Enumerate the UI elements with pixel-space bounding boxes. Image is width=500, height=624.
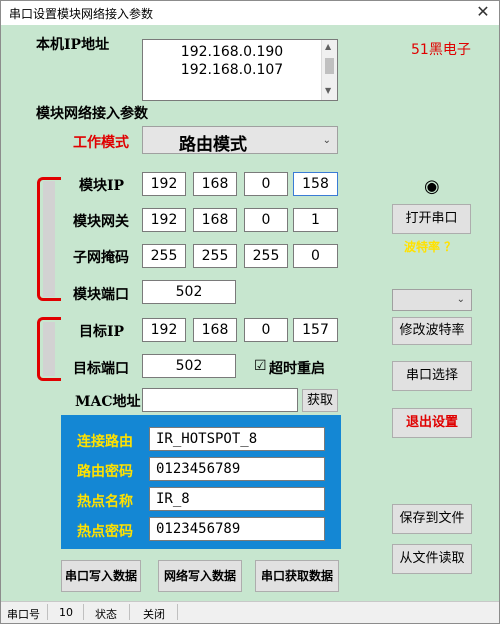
- local-ip-label: 本机IP地址: [36, 37, 110, 53]
- chevron-down-icon: ⌄: [322, 135, 331, 146]
- timeout-restart-label: 超时重启: [269, 361, 325, 377]
- target-ip-octet-3[interactable]: 0: [244, 318, 288, 342]
- get-mac-button[interactable]: 获取: [302, 389, 338, 412]
- router-password-field[interactable]: 0123456789: [149, 457, 325, 481]
- subnet-octet-2[interactable]: 255: [193, 244, 237, 268]
- work-mode-value: 路由模式: [179, 135, 247, 155]
- main-window: 串口设置模块网络接入参数 ✕ 本机IP地址 192.168.0.190 192.…: [0, 0, 500, 624]
- router-label: 连接路由: [77, 434, 133, 450]
- network-write-button[interactable]: 网络写入数据: [158, 560, 242, 592]
- module-section-title: 模块网络接入参数: [36, 106, 148, 122]
- target-port-field[interactable]: 502: [142, 354, 236, 378]
- subnet-octet-1[interactable]: 255: [142, 244, 186, 268]
- status-bar: 串口号 10 状态 关闭: [1, 601, 499, 623]
- baud-rate-label: 波特率 ？: [404, 240, 457, 254]
- gateway-octet-1[interactable]: 192: [142, 208, 186, 232]
- module-port-field[interactable]: 502: [142, 280, 236, 304]
- module-port-label: 模块端口: [73, 287, 129, 303]
- timeout-restart-checkbox[interactable]: ☑: [254, 358, 267, 374]
- target-ip-octet-2[interactable]: 168: [193, 318, 237, 342]
- load-from-file-button[interactable]: 从文件读取: [392, 544, 472, 574]
- exit-settings-button[interactable]: 退出设置: [392, 408, 472, 438]
- chevron-down-icon: ⌄: [456, 294, 465, 305]
- gateway-octet-3[interactable]: 0: [244, 208, 288, 232]
- module-ip-octet-1[interactable]: 192: [142, 172, 186, 196]
- local-ip-scrollbar[interactable]: ▲ ▼: [321, 40, 337, 100]
- work-mode-label: 工作模式: [73, 135, 129, 151]
- title-bar: 串口设置模块网络接入参数 ✕: [1, 1, 499, 25]
- red-bracket: [37, 317, 61, 381]
- subnet-label: 子网掩码: [73, 250, 129, 266]
- wifi-panel: 连接路由 IR_HOTSPOT_8 路由密码 0123456789 热点名称 I…: [61, 415, 341, 549]
- module-ip-octet-3[interactable]: 0: [244, 172, 288, 196]
- target-ip-octet-1[interactable]: 192: [142, 318, 186, 342]
- scroll-up-icon[interactable]: ▲: [325, 42, 331, 51]
- module-ip-octet-2[interactable]: 168: [193, 172, 237, 196]
- change-baud-button[interactable]: 修改波特率: [392, 317, 472, 345]
- close-icon[interactable]: ✕: [473, 2, 493, 22]
- mac-field[interactable]: [142, 388, 298, 412]
- scroll-thumb[interactable]: [325, 58, 334, 74]
- status-state-value: 关闭: [143, 608, 165, 621]
- router-field[interactable]: IR_HOTSPOT_8: [149, 427, 325, 451]
- subnet-octet-4[interactable]: 0: [293, 244, 338, 268]
- router-password-label: 路由密码: [77, 464, 133, 480]
- status-divider: [129, 604, 130, 620]
- baud-rate-select[interactable]: ⌄: [392, 289, 472, 311]
- module-ip-label: 模块IP: [79, 178, 125, 194]
- local-ip-item[interactable]: 192.168.0.190: [143, 44, 321, 60]
- target-port-label: 目标端口: [73, 361, 129, 377]
- local-ip-item[interactable]: 192.168.0.107: [143, 62, 321, 78]
- status-divider: [47, 604, 48, 620]
- target-ip-octet-4[interactable]: 157: [293, 318, 338, 342]
- save-to-file-button[interactable]: 保存到文件: [392, 504, 472, 534]
- gateway-label: 模块网关: [73, 214, 129, 230]
- mac-label: MAC地址: [75, 394, 141, 410]
- red-bracket: [37, 177, 61, 301]
- status-port-value: 10: [59, 606, 73, 619]
- port-select-button[interactable]: 串口选择: [392, 361, 472, 391]
- local-ip-list[interactable]: 192.168.0.190 192.168.0.107 ▲ ▼: [142, 39, 338, 101]
- hotspot-password-field[interactable]: 0123456789: [149, 517, 325, 541]
- gateway-octet-2[interactable]: 168: [193, 208, 237, 232]
- target-ip-label: 目标IP: [79, 324, 125, 340]
- brand-text: 51黑电子: [411, 42, 471, 58]
- hotspot-password-label: 热点密码: [77, 524, 133, 540]
- status-port-label: 串口号: [7, 608, 40, 621]
- radio-icon[interactable]: ◉: [424, 177, 440, 197]
- scroll-down-icon[interactable]: ▼: [325, 86, 331, 95]
- module-ip-octet-4[interactable]: 158: [293, 172, 338, 196]
- serial-write-button[interactable]: 串口写入数据: [61, 560, 141, 592]
- hotspot-name-field[interactable]: IR_8: [149, 487, 325, 511]
- status-divider: [83, 604, 84, 620]
- status-state-label: 状态: [95, 608, 117, 621]
- work-mode-select[interactable]: 路由模式 ⌄: [142, 126, 338, 155]
- serial-read-button[interactable]: 串口获取数据: [255, 560, 339, 592]
- open-port-button[interactable]: 打开串口: [392, 204, 471, 234]
- subnet-octet-3[interactable]: 255: [244, 244, 288, 268]
- gateway-octet-4[interactable]: 1: [293, 208, 338, 232]
- window-title: 串口设置模块网络接入参数: [9, 7, 154, 21]
- status-divider: [177, 604, 178, 620]
- hotspot-name-label: 热点名称: [77, 494, 133, 510]
